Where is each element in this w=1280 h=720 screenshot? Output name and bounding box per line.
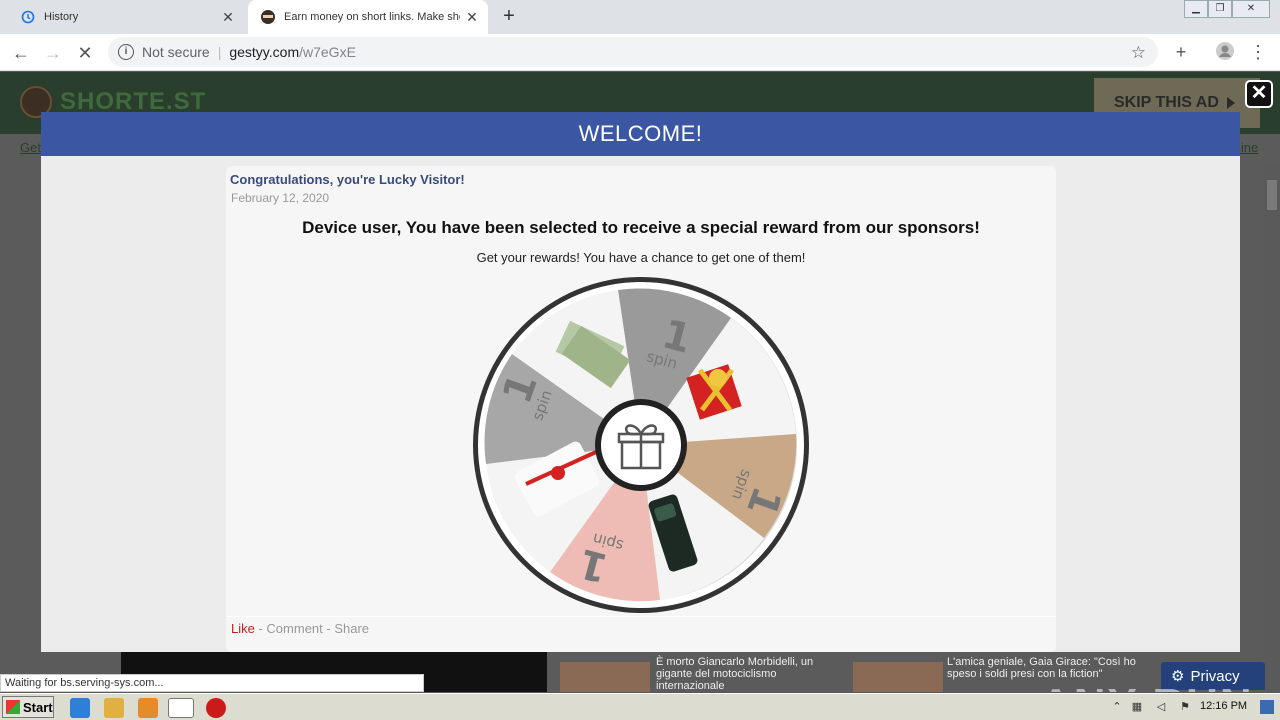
info-icon[interactable]: i xyxy=(118,44,134,60)
ie-icon[interactable] xyxy=(70,698,90,718)
forward-icon[interactable]: → xyxy=(40,40,66,66)
clock: 12:16 PM xyxy=(1200,700,1248,712)
chrome-icon[interactable] xyxy=(168,698,194,718)
subheadline: Get your rewards! You have a chance to g… xyxy=(476,250,806,265)
divider: | xyxy=(217,44,222,60)
url-host: gestyy.com xyxy=(229,44,300,60)
tab-history[interactable]: History ✕ xyxy=(8,0,244,34)
windows-taskbar: Start ⌃ ▦ ◁ ⚑ 12:16 PM xyxy=(0,693,1280,720)
security-label: Not secure xyxy=(142,44,210,60)
post-card: Congratulations, you're Lucky Visitor! F… xyxy=(226,166,1056,652)
start-button[interactable]: Start xyxy=(2,696,54,718)
shortest-favicon-icon xyxy=(260,9,276,25)
folder-icon[interactable] xyxy=(104,698,124,718)
headline: Device user, You have been selected to r… xyxy=(302,218,980,237)
separator: - xyxy=(322,621,335,636)
new-tab-button[interactable]: + xyxy=(498,6,520,28)
status-bar: Waiting for bs.serving-sys.com... xyxy=(0,674,424,692)
tray-expand-icon[interactable]: ⌃ xyxy=(1110,700,1124,714)
restore-icon[interactable]: ❐ xyxy=(1208,0,1232,18)
tab-label: Earn money on short links. Make short li… xyxy=(284,11,460,23)
modal-title: WELCOME! xyxy=(41,112,1240,156)
welcome-modal: WELCOME! Congratulations, you're Lucky V… xyxy=(41,112,1240,652)
minimize-icon[interactable]: ▁ xyxy=(1184,0,1208,18)
flag-icon[interactable]: ⚑ xyxy=(1178,700,1192,714)
windows-logo-icon xyxy=(6,700,20,714)
right-nav-link[interactable]: line xyxy=(1238,140,1258,155)
media-player-icon[interactable] xyxy=(138,698,158,718)
comment-link[interactable]: Comment xyxy=(266,621,322,636)
close-window-icon[interactable]: ✕ xyxy=(1232,0,1270,18)
news-thumbnail[interactable] xyxy=(853,662,943,692)
browser-toolbar: ← → ✕ i Not secure | gestyy.com/w7eGxE ☆… xyxy=(0,34,1280,71)
url-path: /w7eGxE xyxy=(299,44,356,60)
show-desktop-icon[interactable] xyxy=(1260,700,1274,714)
news-thumbnail[interactable] xyxy=(560,662,650,692)
post-title: Congratulations, you're Lucky Visitor! xyxy=(230,172,465,187)
play-arrow-icon xyxy=(1226,97,1235,109)
stop-icon[interactable]: ✕ xyxy=(72,40,98,66)
anyrun-watermark: ANY RUN xyxy=(1040,680,1254,692)
opera-icon[interactable] xyxy=(206,698,226,718)
start-label: Start xyxy=(23,699,53,715)
tab-label: History xyxy=(44,11,79,23)
network-icon[interactable]: ▦ xyxy=(1130,700,1144,714)
volume-icon[interactable]: ◁ xyxy=(1154,700,1168,714)
post-date: February 12, 2020 xyxy=(231,191,330,205)
bookmark-star-icon[interactable]: ☆ xyxy=(1131,43,1146,63)
left-nav-link[interactable]: Get xyxy=(20,140,41,155)
share-link[interactable]: Share xyxy=(334,621,369,636)
menu-dots-icon[interactable]: ⋮ xyxy=(1246,41,1270,65)
divider xyxy=(226,616,1056,617)
profile-avatar-icon[interactable] xyxy=(1213,41,1237,65)
like-link[interactable]: Like xyxy=(231,621,255,636)
page-scrollbar[interactable] xyxy=(1264,162,1280,692)
page-content: SHORTE.ST SKIP THIS AD Get line È morto … xyxy=(0,72,1280,692)
post-actions: Like - Comment - Share xyxy=(231,621,369,636)
history-icon xyxy=(20,9,36,25)
tab-shortest[interactable]: Earn money on short links. Make short li… xyxy=(248,0,488,34)
tab-strip: History ✕ Earn money on short links. Mak… xyxy=(0,0,1280,34)
back-icon[interactable]: ← xyxy=(8,40,34,66)
close-tab-icon[interactable]: ✕ xyxy=(220,9,236,25)
skip-ad-label: SKIP THIS AD xyxy=(1114,94,1219,111)
add-icon[interactable]: + xyxy=(1169,41,1193,65)
address-bar[interactable]: i Not secure | gestyy.com/w7eGxE ☆ xyxy=(108,37,1158,67)
close-ad-button[interactable]: ✕ xyxy=(1245,80,1273,108)
close-tab-icon[interactable]: ✕ xyxy=(464,9,480,25)
news-item[interactable]: È morto Giancarlo Morbidelli, un gigante… xyxy=(656,656,846,692)
prize-wheel[interactable]: 1 spin 1 spin 1 spin 1 spin xyxy=(470,274,812,616)
scrollbar-thumb[interactable] xyxy=(1267,180,1277,210)
separator: - xyxy=(254,621,267,636)
